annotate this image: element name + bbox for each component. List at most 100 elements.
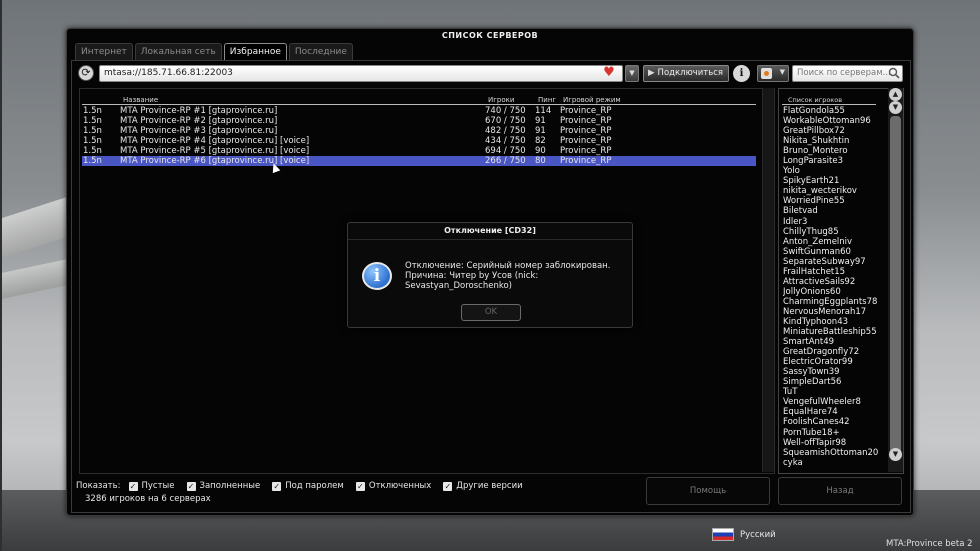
tab-bar: Интернет Локальная сеть Избранное Послед… — [75, 43, 353, 60]
window-title: СПИСОК СЕРВЕРОВ — [441, 31, 539, 40]
server-ping: 82 — [535, 136, 546, 146]
player-list-item: CharmingEggplants78 — [783, 296, 878, 307]
server-version: 1.5n — [83, 126, 102, 136]
server-row[interactable]: 1.5n MTA Province-RP #4 [gtaprovince.ru]… — [82, 136, 756, 146]
filter-option-label: Отключенных — [368, 481, 432, 491]
dialog-title: Отключение [CD32] — [444, 226, 536, 235]
ok-button[interactable]: OK — [461, 304, 521, 321]
server-version: 1.5n — [83, 116, 102, 126]
server-name: MTA Province-RP #6 [gtaprovince.ru] [voi… — [120, 156, 310, 166]
check-icon: ✓ — [355, 481, 365, 491]
filter-option-label: Другие версии — [456, 481, 523, 491]
dialog-message-line: Sevastyan_Doroschenko) — [405, 281, 512, 291]
server-row[interactable]: 1.5n MTA Province-RP #1 [gtaprovince.ru]… — [82, 106, 756, 116]
check-icon: ✓ — [186, 481, 196, 491]
server-name: MTA Province-RP #5 [gtaprovince.ru] [voi… — [120, 146, 310, 156]
server-name: MTA Province-RP #3 [gtaprovince.ru] — [120, 126, 278, 136]
connect-label: Подключиться — [657, 68, 724, 78]
scroll-end-icon[interactable]: ▼ — [889, 448, 902, 461]
scroll-down-icon[interactable]: ▼ — [889, 101, 902, 114]
tab-recent[interactable]: Последние — [288, 43, 353, 60]
heart-icon[interactable]: ♥ — [602, 66, 616, 80]
language-selector[interactable]: Русский — [712, 528, 776, 541]
server-players: 482 / 750 — [485, 126, 526, 136]
filter-full-checkbox[interactable]: ✓ Заполненные — [186, 480, 260, 492]
background-pole — [0, 0, 2, 551]
player-list-item: ElectricOrator99 — [783, 357, 853, 368]
connect-button[interactable]: ▶ Подключиться — [643, 65, 729, 82]
chevron-down-icon: ▼ — [779, 68, 785, 76]
tab-internet[interactable]: Интернет — [75, 43, 133, 60]
server-row-selected[interactable]: 1.5n MTA Province-RP #6 [gtaprovince.ru]… — [82, 156, 756, 166]
player-list-scrollbar[interactable]: ▲ ▼ ▼ — [888, 88, 903, 472]
player-list-item: FlatGondola55 — [783, 106, 845, 116]
server-list-scrollbar[interactable] — [762, 88, 774, 472]
server-list-header: Название Игроки Пинг Игровой режим — [82, 95, 756, 105]
filter-offline-checkbox[interactable]: ✓ Отключенных — [355, 480, 432, 492]
column-mode-header[interactable]: Игровой режим — [563, 95, 621, 105]
player-list-item: WorriedPine55 — [783, 196, 845, 207]
server-row[interactable]: 1.5n MTA Province-RP #2 [gtaprovince.ru]… — [82, 116, 756, 126]
player-list-item: Bruno_Montero — [783, 146, 848, 157]
check-icon: ✓ — [443, 481, 453, 491]
server-mode: Province_RP — [560, 146, 612, 156]
column-players-header[interactable]: Игроки — [488, 95, 514, 105]
refresh-button[interactable]: ⟳ — [78, 65, 94, 81]
filter-empty-checkbox[interactable]: ✓ Пустые — [128, 480, 175, 492]
help-button[interactable]: Помощь — [646, 477, 770, 505]
address-dropdown-button[interactable]: ▼ — [625, 65, 639, 82]
search-input[interactable]: Поиск по серверам... — [792, 65, 903, 82]
tab-favourites[interactable]: Избранное — [223, 43, 287, 60]
player-list-item: SeparateSubway97 — [783, 256, 866, 267]
check-icon: ✓ — [272, 481, 282, 491]
scroll-up-icon[interactable]: ▲ — [889, 88, 902, 101]
server-players: 434 / 750 — [485, 136, 526, 146]
column-name-header[interactable]: Название — [123, 95, 158, 105]
address-input[interactable]: mtasa://185.71.66.81:22003 — [99, 65, 623, 82]
column-ping-header[interactable]: Пинг — [538, 95, 556, 105]
server-version: 1.5n — [83, 156, 102, 166]
player-list-item: Nikita_Shukhtin — [783, 136, 850, 147]
filter-password-checkbox[interactable]: ✓ Под паролем — [272, 480, 344, 492]
back-button[interactable]: Назад — [778, 477, 902, 505]
filter-label: Показать: — [76, 481, 121, 491]
filter-option-label: Под паролем — [285, 481, 344, 491]
player-list-item: MiniatureBattleship55 — [783, 327, 877, 338]
player-list-item: GreatDragonfly72 — [783, 347, 860, 358]
filter-other-versions-checkbox[interactable]: ✓ Другие версии — [443, 480, 523, 492]
player-list-item: VengefulWheeler8 — [783, 397, 861, 408]
server-row[interactable]: 1.5n MTA Province-RP #5 [gtaprovince.ru]… — [82, 146, 756, 156]
info-icon[interactable]: i — [733, 65, 750, 82]
dialog-message-line: Причина: Читер by Усов (nick: — [405, 271, 539, 281]
server-name: MTA Province-RP #1 [gtaprovince.ru] — [120, 106, 278, 116]
player-list-item: FrailHatchet15 — [783, 266, 846, 277]
server-players: 740 / 750 — [485, 106, 526, 116]
player-list-item: SpikyEarth21 — [783, 176, 840, 187]
dialog-divider — [348, 239, 632, 240]
disconnect-dialog: Отключение [CD32] i Отключение: Серийный… — [347, 222, 633, 328]
player-list-item: PornTube18+ — [783, 427, 840, 438]
player-list-item: WorkableOttoman96 — [783, 116, 871, 127]
player-list-item: LongParasite3 — [783, 156, 843, 167]
player-list-header: Список игроков — [782, 95, 876, 105]
search-icon — [888, 67, 900, 79]
check-icon: ✓ — [128, 481, 138, 491]
scroll-thumb[interactable] — [890, 116, 901, 460]
server-ping: 90 — [535, 146, 546, 156]
player-list-item: FoolishCanes42 — [783, 417, 850, 428]
server-players: 266 / 750 — [485, 156, 526, 166]
player-list-item: SmartAnt49 — [783, 337, 835, 348]
player-list-item: Biletvad — [783, 206, 818, 217]
search-provider-button[interactable]: ▼ — [757, 65, 789, 82]
server-row[interactable]: 1.5n MTA Province-RP #3 [gtaprovince.ru]… — [82, 126, 756, 136]
player-list-item: Well-offTapir98 — [783, 437, 847, 448]
server-version: 1.5n — [83, 146, 102, 156]
server-mode: Province_RP — [560, 136, 612, 146]
tab-lan[interactable]: Локальная сеть — [134, 43, 222, 60]
server-version: 1.5n — [83, 136, 102, 146]
filter-bar: Показать: ✓ Пустые ✓ Заполненные ✓ Под паро… — [76, 480, 527, 492]
search-placeholder: Поиск по серверам... — [797, 68, 891, 78]
player-server-count: 3286 игроков на 6 серверах — [85, 494, 211, 504]
player-list-item: nikita_wecterikov — [783, 186, 857, 197]
player-list-item: GreatPillbox72 — [783, 126, 845, 137]
